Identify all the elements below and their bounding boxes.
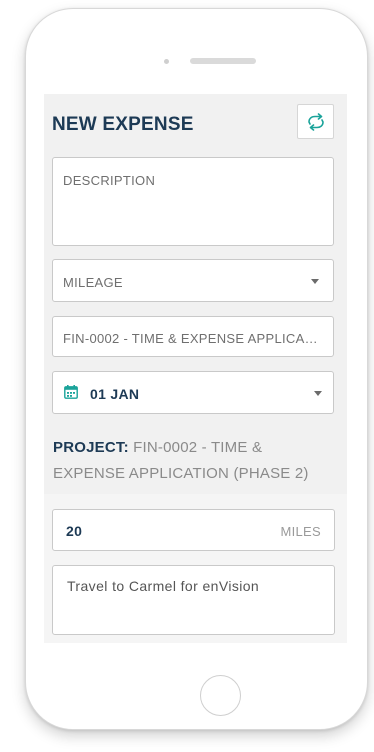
home-button[interactable] [200, 675, 241, 716]
date-select[interactable]: 01 JAN [52, 371, 334, 414]
project-value: FIN-0002 - TIME & EXPENSE APPLICA… [63, 331, 318, 346]
speaker [190, 58, 256, 64]
chevron-down-icon [311, 279, 319, 284]
expense-type-select[interactable]: MILEAGE [52, 259, 334, 302]
expense-type-value: MILEAGE [63, 275, 123, 290]
project-label: PROJECT: [53, 439, 129, 456]
camera [164, 59, 169, 64]
notes-value: Travel to Carmel for enVision [67, 578, 260, 594]
description-field[interactable]: DESCRIPTION [52, 157, 334, 246]
sync-button[interactable] [297, 104, 334, 139]
description-placeholder: DESCRIPTION [63, 173, 156, 188]
sync-icon [307, 112, 324, 131]
miles-unit: MILES [280, 524, 321, 539]
date-value: 01 JAN [90, 386, 140, 402]
miles-value: 20 [66, 523, 83, 539]
calendar-icon [64, 385, 78, 399]
miles-input[interactable]: 20 MILES [52, 509, 335, 551]
notes-field[interactable]: Travel to Carmel for enVision [52, 565, 335, 635]
page-title: NEW EXPENSE [52, 114, 194, 135]
chevron-down-icon [314, 391, 322, 396]
project-select[interactable]: FIN-0002 - TIME & EXPENSE APPLICA… [52, 316, 334, 357]
screen: NEW EXPENSE DESCRIPTION MILEAGE FIN-0002… [44, 94, 347, 643]
project-summary: PROJECT: FIN-0002 - TIME & EXPENSE APPLI… [53, 435, 338, 487]
